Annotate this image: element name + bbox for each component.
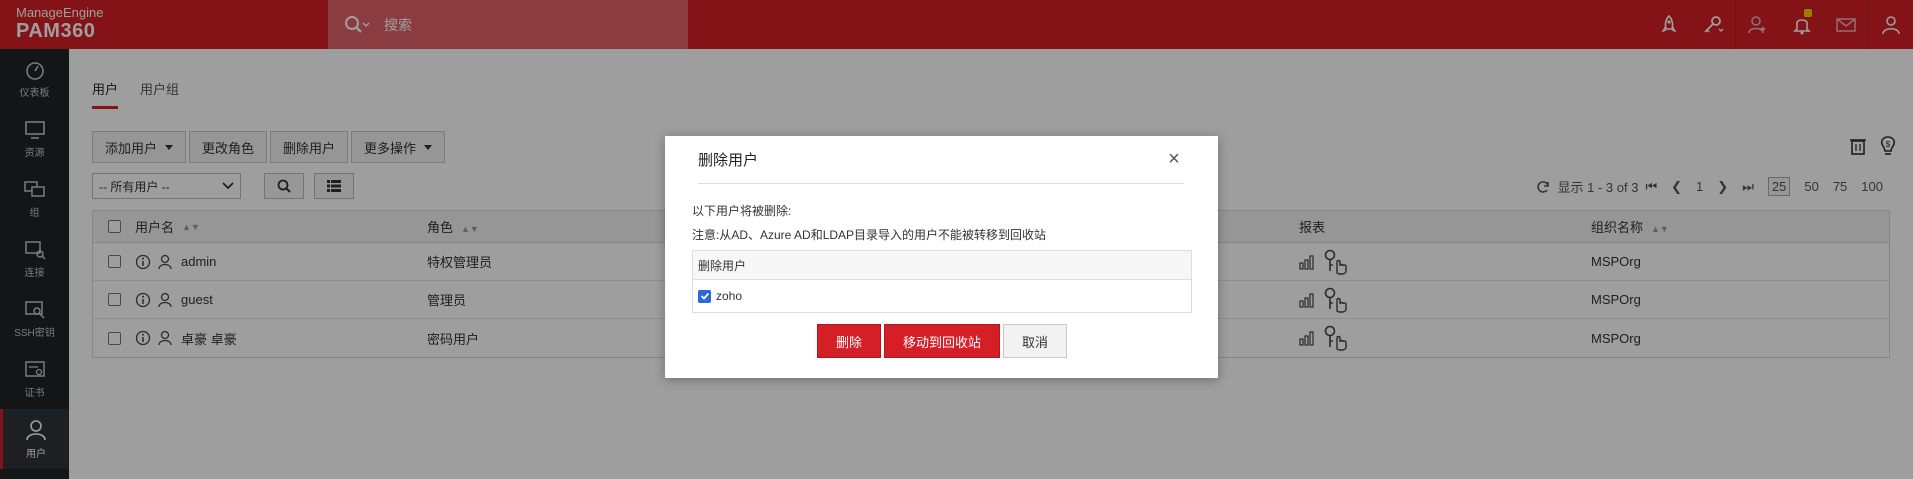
- list-item: zoho: [693, 280, 1191, 312]
- check-icon: [700, 292, 709, 300]
- cancel-button[interactable]: 取消: [1003, 324, 1068, 358]
- user-checkbox[interactable]: [698, 289, 711, 303]
- delete-users-header: 删除用户: [693, 251, 1191, 280]
- delete-button[interactable]: 删除: [817, 324, 882, 358]
- dialog-title: 删除用户: [698, 152, 759, 169]
- delete-users-list: 删除用户 zoho: [692, 250, 1192, 313]
- move-to-recycle-bin-button[interactable]: 移动到回收站: [884, 324, 1001, 358]
- dialog-note: 注意:从AD、Azure AD和LDAP目录导入的用户不能被转移到回收站: [692, 228, 1047, 242]
- dialog-header: 删除用户 ×: [698, 136, 1184, 184]
- delete-user-dialog: 删除用户 × 以下用户将被删除: 注意:从AD、Azure AD和LDAP目录导…: [665, 136, 1218, 378]
- user-name: zoho: [716, 289, 743, 303]
- close-icon[interactable]: ×: [1164, 148, 1184, 171]
- dialog-message: 以下用户将被删除:: [692, 204, 792, 218]
- dialog-buttons: 删除 移动到回收站 取消: [817, 324, 1068, 358]
